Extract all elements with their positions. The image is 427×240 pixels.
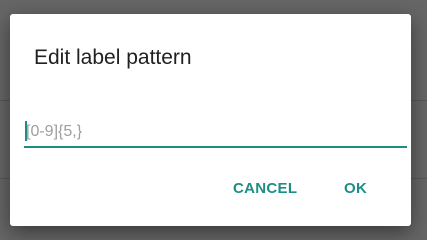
dialog-title: Edit label pattern [34,46,192,69]
input-underline [24,146,407,148]
label-pattern-field[interactable] [24,118,409,148]
cancel-button[interactable]: CANCEL [233,180,297,197]
label-pattern-input[interactable] [24,118,409,146]
edit-label-pattern-dialog: Edit label pattern CANCEL OK [10,14,411,226]
text-cursor [25,121,27,141]
ok-button[interactable]: OK [344,180,367,197]
